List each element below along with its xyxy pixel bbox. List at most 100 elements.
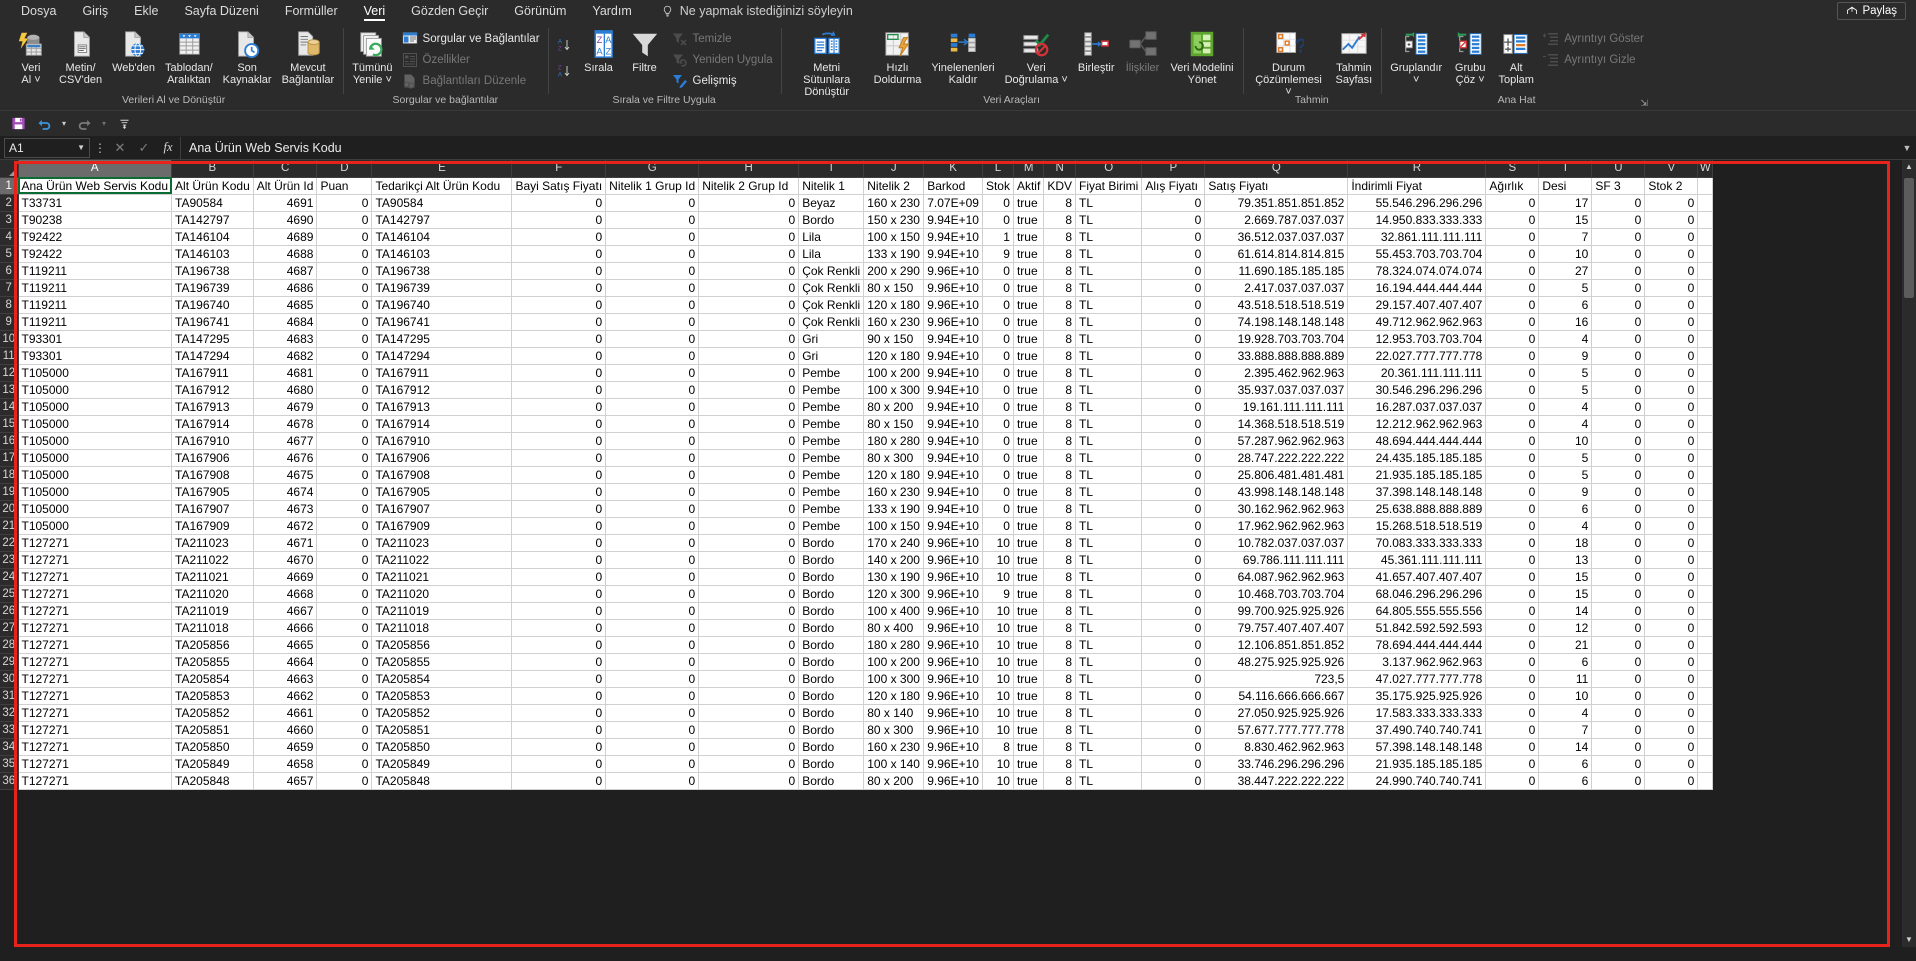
cell-T18[interactable]: 5 [1538,466,1593,484]
cell-I2[interactable]: Beyaz [798,194,865,212]
cell-K4[interactable]: 9.94E+10 [923,228,983,246]
cell-D16[interactable]: 0 [316,432,373,450]
cell-G31[interactable]: 0 [605,687,700,705]
cell-A27[interactable]: T127271 [18,619,173,637]
cell-V20[interactable]: 0 [1644,500,1699,518]
subtotal-button[interactable]: Alt Toplam [1493,26,1539,88]
cell-A26[interactable]: T127271 [18,602,173,620]
cell-A3[interactable]: T90238 [18,211,173,229]
cell-V21[interactable]: 0 [1644,517,1699,535]
cell-C19[interactable]: 4674 [253,483,318,501]
refresh-all-button[interactable]: Tümünü Yenile ˅ [347,26,397,88]
cell-D24[interactable]: 0 [316,568,373,586]
cell-C12[interactable]: 4681 [253,364,318,382]
cell-P28[interactable]: 0 [1141,636,1206,654]
cell-R12[interactable]: 20.361.111.111.111 [1347,364,1487,382]
cell-U11[interactable]: 0 [1591,347,1646,365]
cell-I12[interactable]: Pembe [798,364,865,382]
cell-Q22[interactable]: 10.782.037.037.037 [1204,534,1349,552]
cell-F23[interactable]: 0 [511,551,607,569]
cell-O9[interactable]: TL [1075,313,1143,331]
cell-W16[interactable] [1697,432,1714,450]
cell-P14[interactable]: 0 [1141,398,1206,416]
cell-L10[interactable]: 0 [982,330,1014,348]
row-header-4[interactable]: 4 [0,228,19,246]
cell-A21[interactable]: T105000 [18,517,173,535]
cell-F1[interactable]: Bayi Satış Fiyatı [511,177,607,195]
row-header-22[interactable]: 22 [0,534,19,552]
cell-R15[interactable]: 12.212.962.962.963 [1347,415,1487,433]
cell-T12[interactable]: 5 [1538,364,1593,382]
cell-D14[interactable]: 0 [316,398,373,416]
cell-D32[interactable]: 0 [316,704,373,722]
cell-G28[interactable]: 0 [605,636,700,654]
cell-W21[interactable] [1697,517,1714,535]
cell-E17[interactable]: TA167906 [371,449,513,467]
cell-K15[interactable]: 9.94E+10 [923,415,983,433]
cell-H33[interactable]: 0 [698,721,800,739]
cell-W9[interactable] [1697,313,1714,331]
row-header-20[interactable]: 20 [0,500,19,518]
cell-B25[interactable]: TA211020 [171,585,254,603]
row-header-13[interactable]: 13 [0,381,19,399]
cell-F20[interactable]: 0 [511,500,607,518]
cell-G11[interactable]: 0 [605,347,700,365]
cell-B27[interactable]: TA211018 [171,619,254,637]
cell-G23[interactable]: 0 [605,551,700,569]
cell-U10[interactable]: 0 [1591,330,1646,348]
cell-H10[interactable]: 0 [698,330,800,348]
cell-L25[interactable]: 9 [982,585,1014,603]
cell-M34[interactable]: true [1013,738,1045,756]
cell-B8[interactable]: TA196740 [171,296,254,314]
cell-S32[interactable]: 0 [1485,704,1540,722]
cell-M10[interactable]: true [1013,330,1045,348]
cell-F17[interactable]: 0 [511,449,607,467]
cell-V9[interactable]: 0 [1644,313,1699,331]
cell-I20[interactable]: Pembe [798,500,865,518]
cell-M11[interactable]: true [1013,347,1045,365]
cell-L27[interactable]: 10 [982,619,1014,637]
cell-J10[interactable]: 90 x 150 [863,330,925,348]
cell-W29[interactable] [1697,653,1714,671]
cell-O30[interactable]: TL [1075,670,1143,688]
cell-S31[interactable]: 0 [1485,687,1540,705]
cell-U1[interactable]: SF 3 [1591,177,1646,195]
cell-R29[interactable]: 3.137.962.962.963 [1347,653,1487,671]
cell-N2[interactable]: 8 [1043,194,1076,212]
row-header-17[interactable]: 17 [0,449,19,467]
cell-V28[interactable]: 0 [1644,636,1699,654]
cell-O15[interactable]: TL [1075,415,1143,433]
row-header-16[interactable]: 16 [0,432,19,450]
cell-R35[interactable]: 21.935.185.185.185 [1347,755,1487,773]
cell-I33[interactable]: Bordo [798,721,865,739]
cell-N18[interactable]: 8 [1043,466,1076,484]
cell-M1[interactable]: Aktif [1013,177,1045,195]
cell-P1[interactable]: Alış Fiyatı [1141,177,1206,195]
cell-V1[interactable]: Stok 2 [1644,177,1699,195]
cell-D26[interactable]: 0 [316,602,373,620]
cell-P25[interactable]: 0 [1141,585,1206,603]
cell-T21[interactable]: 4 [1538,517,1593,535]
cell-Q12[interactable]: 2.395.462.962.963 [1204,364,1349,382]
cell-J29[interactable]: 100 x 200 [863,653,925,671]
cell-J19[interactable]: 160 x 230 [863,483,925,501]
cell-O19[interactable]: TL [1075,483,1143,501]
cell-O4[interactable]: TL [1075,228,1143,246]
cell-G17[interactable]: 0 [605,449,700,467]
cell-H6[interactable]: 0 [698,262,800,280]
cell-K18[interactable]: 9.94E+10 [923,466,983,484]
cell-B7[interactable]: TA196739 [171,279,254,297]
cell-W25[interactable] [1697,585,1714,603]
cell-T6[interactable]: 27 [1538,262,1593,280]
cell-T2[interactable]: 17 [1538,194,1593,212]
cell-O7[interactable]: TL [1075,279,1143,297]
cell-J34[interactable]: 160 x 230 [863,738,925,756]
cell-J20[interactable]: 133 x 190 [863,500,925,518]
cell-O34[interactable]: TL [1075,738,1143,756]
cell-K22[interactable]: 9.96E+10 [923,534,983,552]
cell-S35[interactable]: 0 [1485,755,1540,773]
cell-E3[interactable]: TA142797 [371,211,513,229]
cell-G10[interactable]: 0 [605,330,700,348]
cell-M18[interactable]: true [1013,466,1045,484]
cell-M9[interactable]: true [1013,313,1045,331]
